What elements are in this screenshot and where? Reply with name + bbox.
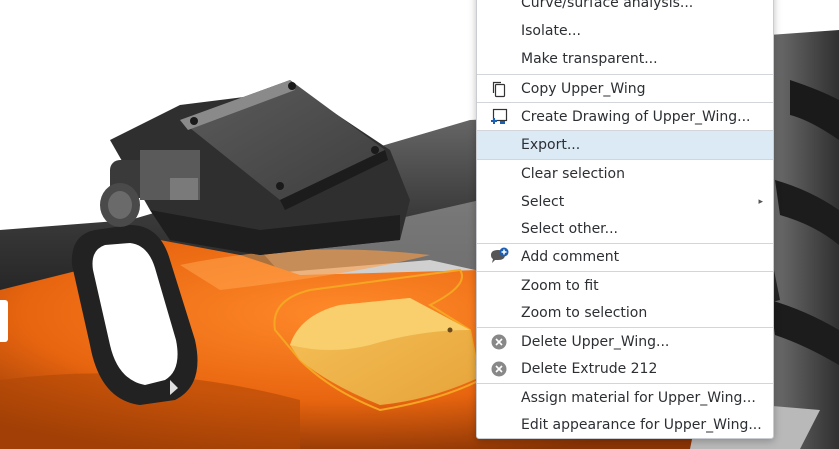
submenu-arrow-icon: ▸ bbox=[758, 197, 763, 207]
menu-item-label: Clear selection bbox=[521, 166, 625, 182]
menu-item-label: Delete Extrude 212 bbox=[521, 361, 658, 377]
copy-icon bbox=[489, 79, 509, 99]
menu-item-delete-extrude[interactable]: Delete Extrude 212 bbox=[477, 355, 773, 383]
menu-item-label: Edit appearance for Upper_Wing... bbox=[521, 417, 762, 433]
menu-item-zoom-to-selection[interactable]: Zoom to selection bbox=[477, 299, 773, 327]
delete-icon bbox=[489, 359, 509, 379]
menu-item-label: Curve/surface analysis... bbox=[521, 0, 694, 11]
create-drawing-icon bbox=[489, 107, 509, 127]
menu-item-label: Zoom to fit bbox=[521, 278, 599, 294]
delete-icon bbox=[489, 332, 509, 352]
menu-item-label: Isolate... bbox=[521, 23, 581, 39]
context-menu: Curve/surface analysis... Isolate... Mak… bbox=[476, 0, 774, 439]
menu-item-curve-surface-analysis[interactable]: Curve/surface analysis... bbox=[477, 0, 773, 17]
add-comment-icon bbox=[489, 247, 509, 267]
menu-item-label: Create Drawing of Upper_Wing... bbox=[521, 109, 751, 125]
menu-item-edit-appearance[interactable]: Edit appearance for Upper_Wing... bbox=[477, 411, 773, 438]
menu-item-isolate[interactable]: Isolate... bbox=[477, 17, 773, 45]
menu-item-label: Assign material for Upper_Wing... bbox=[521, 390, 756, 406]
menu-item-select-other[interactable]: Select other... bbox=[477, 215, 773, 243]
menu-item-make-transparent[interactable]: Make transparent... bbox=[477, 45, 773, 73]
menu-item-label: Zoom to selection bbox=[521, 305, 648, 321]
menu-item-label: Export... bbox=[521, 137, 581, 153]
menu-item-add-comment[interactable]: Add comment bbox=[477, 243, 773, 271]
menu-item-export[interactable]: Export... bbox=[477, 131, 773, 159]
menu-item-clear-selection[interactable]: Clear selection bbox=[477, 160, 773, 188]
selection-tab[interactable] bbox=[0, 300, 8, 342]
menu-item-label: Select other... bbox=[521, 221, 619, 237]
menu-item-select[interactable]: Select ▸ bbox=[477, 188, 773, 216]
menu-item-label: Copy Upper_Wing bbox=[521, 81, 646, 97]
menu-item-zoom-to-fit[interactable]: Zoom to fit bbox=[477, 272, 773, 300]
menu-item-label: Delete Upper_Wing... bbox=[521, 334, 670, 350]
menu-item-delete-upper-wing[interactable]: Delete Upper_Wing... bbox=[477, 328, 773, 356]
menu-item-label: Add comment bbox=[521, 249, 620, 265]
menu-item-copy[interactable]: Copy Upper_Wing bbox=[477, 75, 773, 103]
menu-item-create-drawing[interactable]: Create Drawing of Upper_Wing... bbox=[477, 103, 773, 131]
menu-item-assign-material[interactable]: Assign material for Upper_Wing... bbox=[477, 384, 773, 412]
menu-item-label: Make transparent... bbox=[521, 51, 658, 67]
menu-item-label: Select bbox=[521, 194, 565, 210]
